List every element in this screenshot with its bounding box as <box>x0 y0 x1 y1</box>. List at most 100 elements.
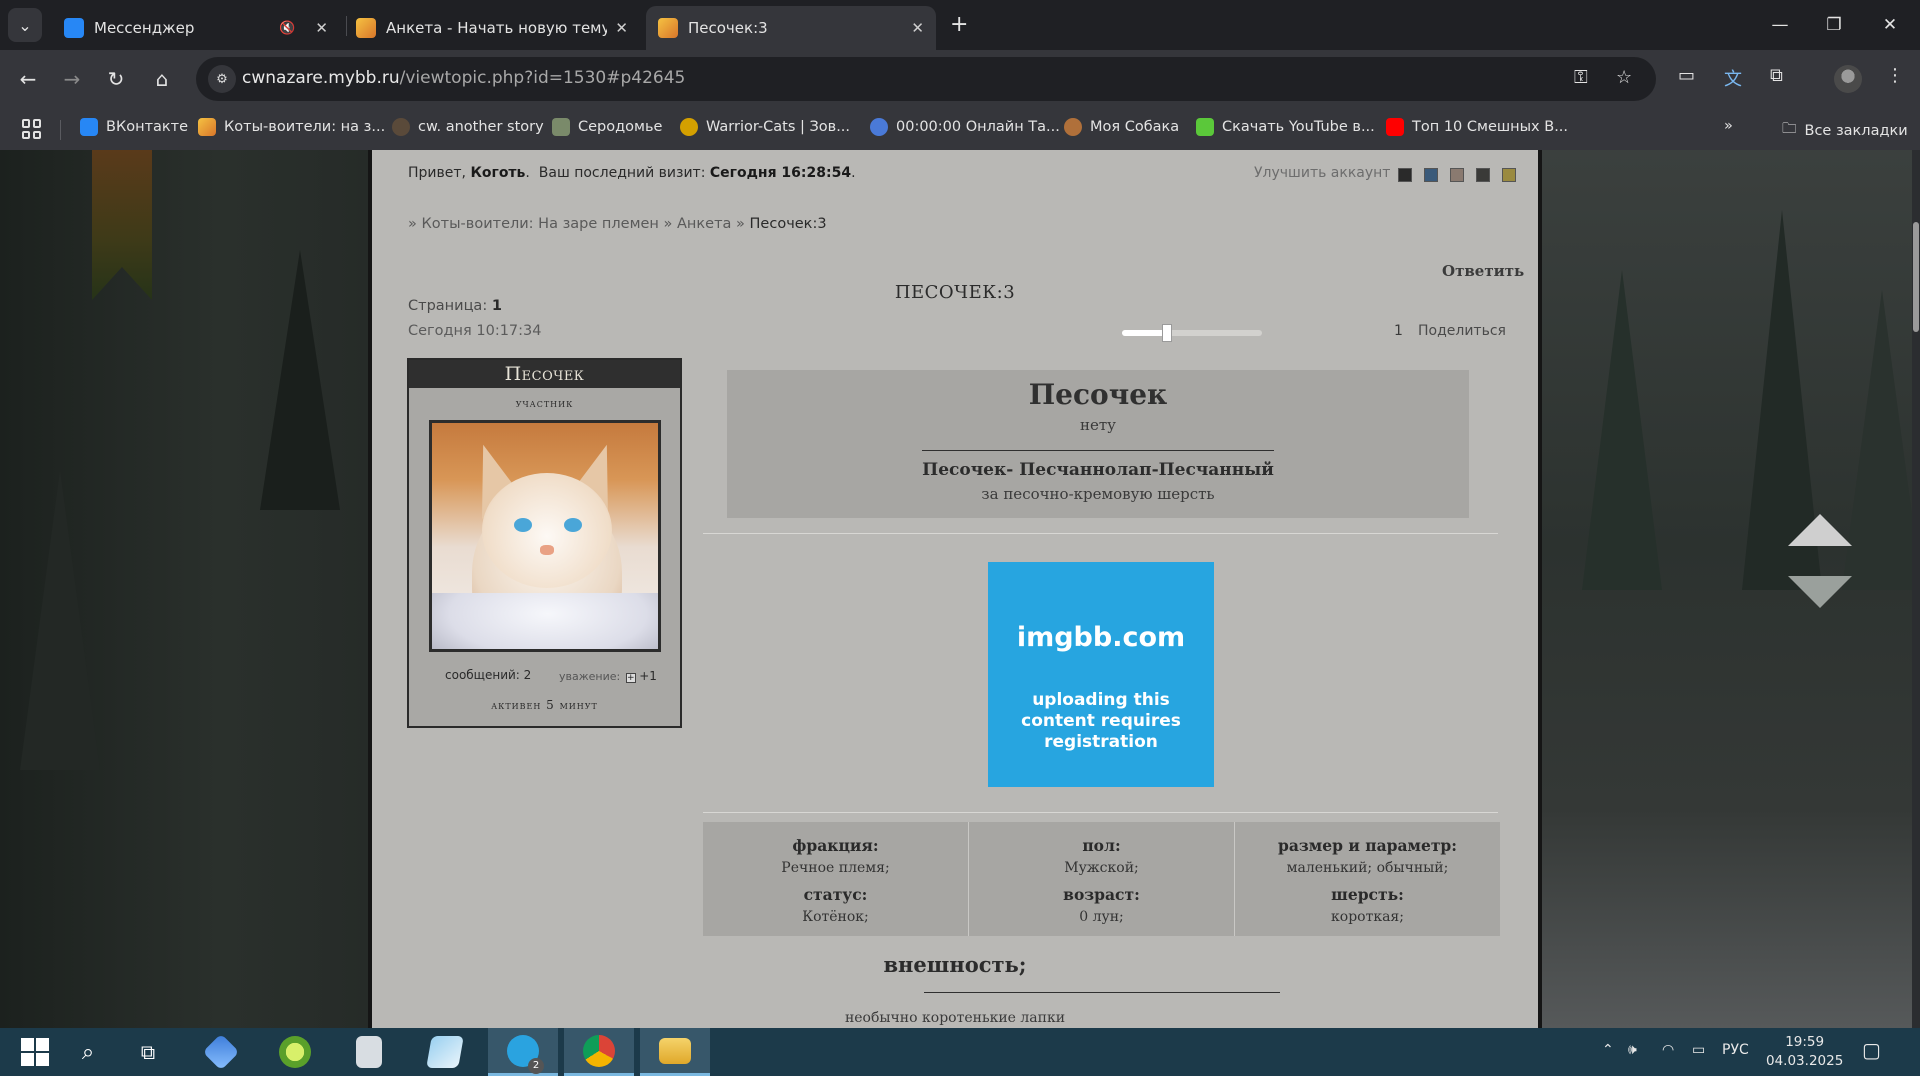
respect-plus-icon[interactable]: + <box>625 673 636 683</box>
system-clock[interactable]: 19:59 04.03.2025 <box>1766 1033 1843 1071</box>
tab-search-button[interactable]: ⌄ <box>8 8 42 42</box>
tab-anketa[interactable]: Анкета - Начать новую тему ✕ <box>344 6 640 50</box>
tray-overflow-icon[interactable]: ⌃ <box>1602 1042 1614 1058</box>
style-swatch-blue[interactable] <box>1424 168 1438 182</box>
taskbar-app-lime[interactable] <box>260 1028 330 1076</box>
style-swatch-mauve[interactable] <box>1450 168 1464 182</box>
scroll-to-top-icon[interactable] <box>1788 514 1852 546</box>
close-icon: ✕ <box>1882 15 1898 35</box>
chevron-down-icon: ⌄ <box>18 15 32 35</box>
input-language[interactable]: РУС <box>1722 1042 1749 1058</box>
character-names: Песочек- Песчаннолап-Песчанный <box>922 460 1274 480</box>
reply-link[interactable]: Ответить <box>1442 262 1524 280</box>
welcome-line: Привет, Коготь. Ваш последний визит: Сег… <box>408 165 856 181</box>
back-button[interactable]: ← <box>12 63 44 95</box>
extensions-puzzle-icon[interactable]: ⧉ <box>1770 65 1783 86</box>
breadcrumb-section-link[interactable]: Анкета <box>677 216 731 232</box>
minimize-button[interactable]: — <box>1760 10 1800 40</box>
scroll-to-bottom-icon[interactable] <box>1788 576 1852 608</box>
bookmark-serodomye[interactable]: Серодомье <box>552 118 662 136</box>
clock-date: 04.03.2025 <box>1766 1053 1844 1069</box>
share-link[interactable]: Поделиться <box>1418 323 1506 339</box>
style-swatch-olive[interactable] <box>1502 168 1516 182</box>
close-icon[interactable]: ✕ <box>911 19 924 37</box>
info-value: Мужской; <box>1064 860 1139 876</box>
imgbb-placeholder-image[interactable]: imgbb.com uploading this content require… <box>988 562 1214 787</box>
tab-pesochek[interactable]: Песочек:3 ✕ <box>646 6 936 50</box>
password-key-icon[interactable]: ⚿ <box>1574 67 1588 88</box>
divider-line <box>922 450 1274 451</box>
info-value: Речное племя; <box>781 860 890 876</box>
scrollbar-thumb[interactable] <box>1913 222 1919 332</box>
address-bar[interactable]: ⚙ cwnazare.mybb.ru/viewtopic.php?id=1530… <box>196 57 1656 101</box>
close-window-button[interactable]: ✕ <box>1870 10 1910 40</box>
taskbar-app-telegram[interactable]: 2 <box>488 1028 558 1076</box>
post-date-link[interactable]: Сегодня 10:17:34 <box>408 323 542 339</box>
restore-button[interactable]: ❐ <box>1814 10 1854 40</box>
taskbar-app-notepad[interactable] <box>410 1028 480 1076</box>
upgrade-account-link[interactable]: Улучшить аккаунт <box>1254 165 1390 181</box>
telegram-badge: 2 <box>528 1058 544 1074</box>
more-menu-icon[interactable]: ⋮ <box>1886 65 1904 86</box>
lime-app-icon <box>279 1036 311 1068</box>
taskbar-app-chrome[interactable] <box>564 1028 634 1076</box>
home-button[interactable]: ⌂ <box>146 63 178 95</box>
breadcrumb-forum-link[interactable]: Коты-воители: На заре племен <box>421 216 658 232</box>
bookmark-cw-nazare[interactable]: Коты-воители: на з... <box>198 118 385 136</box>
battery-icon[interactable]: ▭ <box>1692 1042 1705 1058</box>
cat-eye-shape <box>564 518 582 532</box>
taskbar-app-network[interactable] <box>186 1028 256 1076</box>
username-link[interactable]: Коготь <box>470 165 525 181</box>
slider-knob[interactable] <box>1161 324 1172 342</box>
browser-toolbar: ← → ↻ ⌂ ⚙ cwnazare.mybb.ru/viewtopic.php… <box>0 50 1920 108</box>
cast-icon[interactable]: ▭ <box>1678 65 1695 86</box>
appearance-text: необычно коротенькие лапки <box>844 1010 1066 1026</box>
serodomye-favicon-icon <box>552 118 570 136</box>
author-respect: уважение: + +1 <box>559 669 657 683</box>
author-rank: участник <box>515 396 574 410</box>
author-avatar-image[interactable] <box>429 420 661 652</box>
search-button[interactable]: ⌕ <box>56 1028 120 1076</box>
forward-button[interactable]: → <box>56 63 88 95</box>
speaker-muted-icon[interactable]: 🔇 <box>279 21 295 36</box>
post-divider <box>703 812 1498 813</box>
new-tab-button[interactable]: + <box>950 12 968 37</box>
apps-grid-icon[interactable] <box>22 119 42 139</box>
site-info-icon[interactable]: ⚙ <box>208 65 236 93</box>
volume-icon[interactable]: 🕪 <box>1628 1042 1637 1058</box>
respect-value: +1 <box>639 669 657 683</box>
task-view-button[interactable]: ⧉ <box>116 1028 180 1076</box>
arrow-left-icon: ← <box>19 67 37 91</box>
bookmark-timer[interactable]: 00:00:00 Онлайн Та... <box>870 118 1060 136</box>
notifications-icon[interactable]: ▢ <box>1862 1038 1881 1062</box>
taskbar-app-calculator[interactable] <box>334 1028 404 1076</box>
star-icon[interactable]: ☆ <box>1616 67 1632 88</box>
bookmark-warrior-cats[interactable]: Warrior-Cats | Зов... <box>680 118 850 136</box>
style-swatch-charcoal[interactable] <box>1476 168 1490 182</box>
author-profile-card: Песочек участник сообщений: 2 уважение: … <box>407 358 682 728</box>
taskbar-app-explorer[interactable] <box>640 1028 710 1076</box>
post-divider <box>703 533 1498 534</box>
url-text[interactable]: cwnazare.mybb.ru/viewtopic.php?id=1530#p… <box>242 68 685 88</box>
wifi-icon[interactable]: ◠ <box>1662 1042 1674 1058</box>
chrome-icon <box>583 1034 615 1067</box>
profile-avatar-icon[interactable] <box>1834 65 1862 93</box>
bookmark-vk[interactable]: ВКонтакте <box>80 118 188 136</box>
audio-volume-slider[interactable] <box>1122 324 1262 342</box>
author-name-link[interactable]: Песочек <box>409 360 680 388</box>
close-icon[interactable]: ✕ <box>315 19 328 37</box>
bookmark-youtube-download[interactable]: Скачать YouTube в... <box>1196 118 1375 136</box>
close-icon[interactable]: ✕ <box>615 19 628 37</box>
bookmark-another-story[interactable]: cw. another story <box>392 118 544 136</box>
tab-messenger[interactable]: Мессенджер 🔇 ✕ <box>52 6 340 50</box>
style-swatch-dark[interactable] <box>1398 168 1412 182</box>
reload-button[interactable]: ↻ <box>100 63 132 95</box>
bookmark-my-dog[interactable]: Моя Собака <box>1064 118 1179 136</box>
bookmarks-overflow-button[interactable]: » <box>1724 118 1733 134</box>
bookmark-top10[interactable]: Топ 10 Смешных В... <box>1386 118 1568 136</box>
character-name-box: Песочек нету Песочек- Песчаннолап-Песчан… <box>727 370 1469 518</box>
info-column: размер и параметр: маленький; обычный; ш… <box>1235 822 1500 936</box>
translate-extension-icon[interactable]: 文 <box>1724 65 1742 91</box>
all-bookmarks-button[interactable]: 🗀 Все закладки <box>1782 118 1908 143</box>
character-name: Песочек <box>1028 378 1168 411</box>
